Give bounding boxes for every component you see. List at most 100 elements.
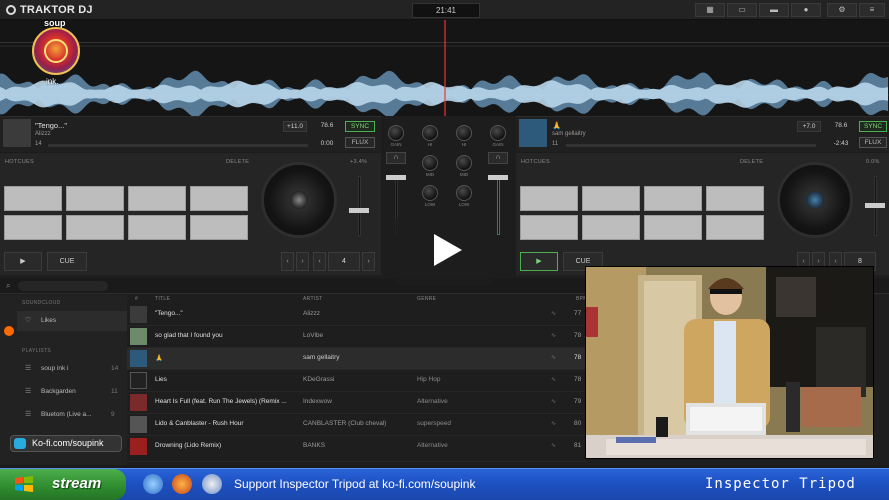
settings-button[interactable]: ⚙ xyxy=(827,3,857,17)
deck-a-hotcue-pad[interactable] xyxy=(128,215,186,240)
table-row[interactable]: so glad that I found you LoVibe ∿ 78 xyxy=(127,326,587,348)
deck-b-bpm: 78.6 xyxy=(834,122,848,129)
deck-a-loop-double-button[interactable]: › xyxy=(362,252,375,271)
deck-a-loop-size[interactable]: 4 xyxy=(328,252,360,271)
deck-a-hotcue-pad[interactable] xyxy=(66,186,124,211)
sidebar-item-likes[interactable]: ♡ Likes xyxy=(17,311,127,331)
deck-a-mid-eq-knob[interactable] xyxy=(422,155,438,171)
ie-browser-icon[interactable] xyxy=(143,474,163,494)
deck-a-hotcue-pad[interactable] xyxy=(4,215,62,240)
deck-b-channel-fader[interactable] xyxy=(497,175,500,235)
track-bpm: 80 xyxy=(574,420,582,427)
column-header-title[interactable]: TITLE xyxy=(155,296,170,302)
column-header-number[interactable]: # xyxy=(135,296,138,302)
deck-a-sync-button[interactable]: SYNC xyxy=(345,121,375,132)
deck-b-hotcue-pad[interactable] xyxy=(582,186,640,211)
webcam-feed xyxy=(585,266,874,459)
deck-b-hotcue-pad[interactable] xyxy=(644,215,702,240)
deck-a-low-eq-knob[interactable] xyxy=(422,185,438,201)
deck-a-hotcue-pad[interactable] xyxy=(190,186,248,211)
deck-b-low-eq-knob[interactable] xyxy=(456,185,472,201)
record-icon: ● xyxy=(803,5,809,14)
deck-b-hotcue-pad[interactable] xyxy=(582,215,640,240)
deck-a-tempo-adjust[interactable]: +11.0 xyxy=(283,121,307,132)
deck-b-gain-knob[interactable] xyxy=(490,125,506,141)
deck-a-hi-eq-knob[interactable] xyxy=(422,125,438,141)
knob-label: HI xyxy=(427,142,433,147)
deck-b-sync-button[interactable]: SYNC xyxy=(859,121,887,132)
track-artist: CANBLASTER (Club cheval) xyxy=(303,420,387,427)
deck-a-delete-button[interactable]: DELETE xyxy=(226,159,249,165)
channel-name: Inspector Tripod xyxy=(705,476,856,492)
menu-button[interactable]: ≡ xyxy=(859,3,885,17)
deck-b-channel-fader-knob[interactable] xyxy=(488,175,508,180)
table-row[interactable]: "Tengo..." Alizzz ∿ 77 xyxy=(127,304,587,326)
track-thumbnail xyxy=(130,306,147,323)
table-row[interactable]: Drowning (Lido Remix) BANKS Alternative … xyxy=(127,436,587,462)
search-input[interactable] xyxy=(18,281,108,291)
deck-a-cue-button[interactable]: CUE xyxy=(47,252,87,271)
deck-b-tempo-slider-knob[interactable] xyxy=(865,203,885,208)
deck-a-hotcue-pad[interactable] xyxy=(4,186,62,211)
deck-a-loop-next-button[interactable]: › xyxy=(296,252,309,271)
headphones-icon: ∩ xyxy=(495,154,501,161)
deck-b-headphone-button[interactable]: ∩ xyxy=(488,152,508,164)
layout-button[interactable]: ▦ xyxy=(695,3,725,17)
column-header-artist[interactable]: ARTIST xyxy=(303,296,323,302)
track-title: Heart Is Full (feat. Run The Jewels) (Re… xyxy=(155,398,287,405)
window-icon: ▭ xyxy=(738,5,746,14)
track-artist: KDeGrassi xyxy=(303,376,335,383)
deck-a-play-button[interactable]: ▶ xyxy=(4,252,42,271)
deck-a-progress[interactable] xyxy=(48,144,308,147)
deck-b-hotcue-pad[interactable] xyxy=(520,215,578,240)
deck-a-loop-prev-button[interactable]: ‹ xyxy=(281,252,294,271)
sidebar-item-label: Backgarden xyxy=(41,388,76,395)
deck-a-gain-knob[interactable] xyxy=(388,125,404,141)
track-genre: Alternative xyxy=(417,442,448,449)
deck-a-flux-button[interactable]: FLUX xyxy=(345,137,375,148)
deck-b-tempo-adjust[interactable]: +7.0 xyxy=(797,121,821,132)
media-player-icon[interactable] xyxy=(202,474,222,494)
sidebar-item-playlist[interactable]: ☰ Bluetom (Live a... 9 xyxy=(17,406,127,424)
table-row[interactable]: Lido & Canblaster - Rush Hour CANBLASTER… xyxy=(127,414,587,436)
chevron-left-icon: ‹ xyxy=(834,258,837,265)
table-row[interactable]: Lies KDeGrassi Hip Hop ∿ 78 xyxy=(127,370,587,392)
track-artist: BANKS xyxy=(303,442,326,449)
deck-b-mid-eq-knob[interactable] xyxy=(456,155,472,171)
column-header-genre[interactable]: GENRE xyxy=(417,296,436,302)
deck-b-delete-button[interactable]: DELETE xyxy=(740,159,763,165)
firefox-icon[interactable] xyxy=(172,474,192,494)
track-artist: Indexwow xyxy=(303,398,332,405)
deck-a-hotcue-pad[interactable] xyxy=(190,215,248,240)
sidebar-item-playlist[interactable]: ☰ soup ink i 14 xyxy=(17,360,127,378)
deck-a-tempo-slider[interactable] xyxy=(358,176,361,236)
deck-b-hi-eq-knob[interactable] xyxy=(456,125,472,141)
support-message: Support Inspector Tripod at ko-fi.com/so… xyxy=(234,477,476,491)
track-title: 🙏 xyxy=(155,355,164,362)
deck-a-hotcue-pad[interactable] xyxy=(66,215,124,240)
kofi-cup-icon xyxy=(14,438,26,449)
record-button[interactable]: ● xyxy=(791,3,821,17)
sidebar-item-playlist[interactable]: ☰ Backgarden 11 xyxy=(17,383,127,401)
deck-b-artist: sam gellaitry xyxy=(552,131,586,137)
deck-b-play-button[interactable]: ▶ xyxy=(520,252,558,271)
table-row-selected[interactable]: 🙏 sam gellaitry ∿ 78 xyxy=(127,348,587,370)
deck-a-headphone-button[interactable]: ∩ xyxy=(386,152,406,164)
deck-view-button[interactable]: ▭ xyxy=(727,3,757,17)
deck-b-hotcue-pad[interactable] xyxy=(706,215,764,240)
table-row[interactable]: Heart Is Full (feat. Run The Jewels) (Re… xyxy=(127,392,587,414)
sidebar-section-soundcloud: SOUNDCLOUD xyxy=(22,300,61,306)
mixer-view-button[interactable]: ▬ xyxy=(759,3,789,17)
deck-b-flux-button[interactable]: FLUX xyxy=(859,137,887,148)
deck-b-hotcue-pad[interactable] xyxy=(644,186,702,211)
waveform-overview[interactable] xyxy=(0,20,889,116)
deck-a-tempo-slider-knob[interactable] xyxy=(349,208,369,213)
deck-a-channel-fader-knob[interactable] xyxy=(386,175,406,180)
deck-b-progress[interactable] xyxy=(566,144,816,147)
deck-a-hotcue-pad[interactable] xyxy=(128,186,186,211)
chevron-right-icon: › xyxy=(301,258,304,265)
deck-a-loop-halve-button[interactable]: ‹ xyxy=(313,252,326,271)
deck-b-hotcue-pad[interactable] xyxy=(520,186,578,211)
deck-b-hotcue-pad[interactable] xyxy=(706,186,764,211)
soundcloud-icon[interactable] xyxy=(4,326,14,336)
